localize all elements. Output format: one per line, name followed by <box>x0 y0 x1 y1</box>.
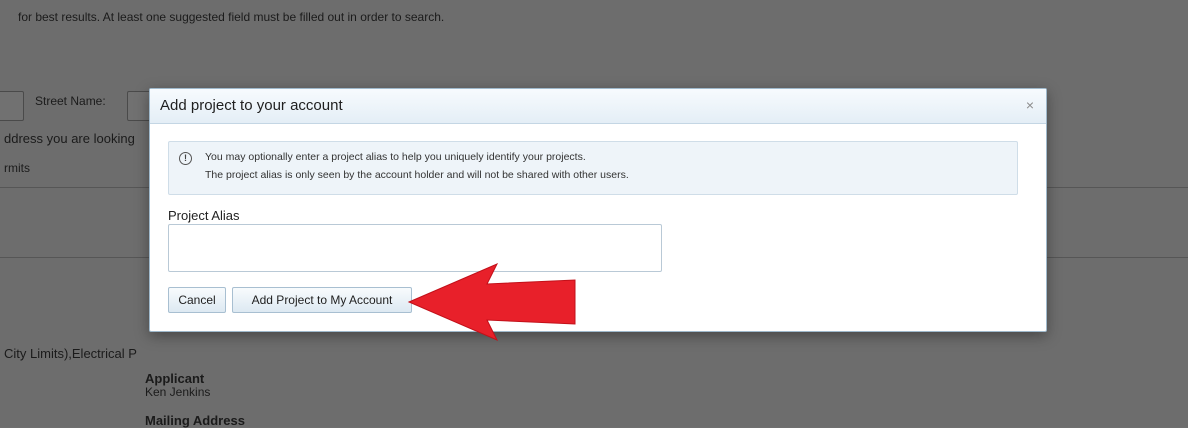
project-alias-label: Project Alias <box>168 208 240 223</box>
cancel-button[interactable]: Cancel <box>168 287 226 313</box>
add-project-button[interactable]: Add Project to My Account <box>232 287 412 313</box>
close-icon[interactable]: × <box>1026 97 1034 113</box>
red-arrow-pointer-icon <box>407 262 576 342</box>
street-name-label: Street Name: <box>35 94 106 108</box>
applicant-label: Applicant <box>145 371 205 386</box>
info-text-line1: You may optionally enter a project alias… <box>205 151 586 163</box>
house-number-field[interactable] <box>0 91 24 121</box>
address-hint: ddress you are looking <box>4 131 135 146</box>
search-hint: for best results. At least one suggested… <box>18 10 445 24</box>
info-notice: ! You may optionally enter a project ali… <box>168 141 1018 195</box>
permits-text: rmits <box>4 161 30 175</box>
applicant-name: Ken Jenkins <box>145 385 211 399</box>
dialog-header: Add project to your account × <box>150 89 1046 124</box>
add-project-dialog: Add project to your account × ! You may … <box>149 88 1047 332</box>
info-icon: ! <box>179 152 192 165</box>
permit-type-text: City Limits),Electrical P <box>4 346 137 361</box>
dialog-title: Add project to your account <box>160 97 343 114</box>
mailing-address-label: Mailing Address <box>145 413 245 428</box>
info-text-line2: The project alias is only seen by the ac… <box>205 169 629 181</box>
